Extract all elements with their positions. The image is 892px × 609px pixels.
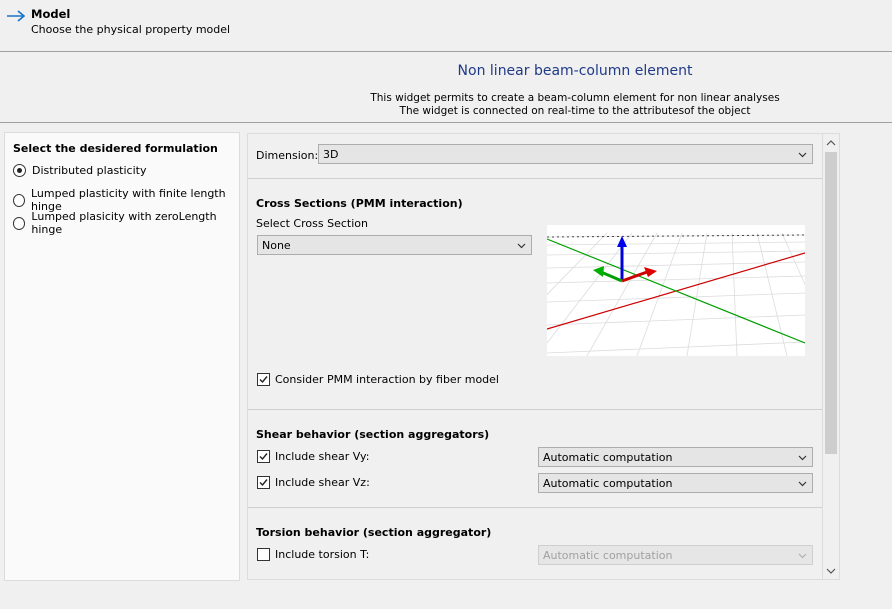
dimension-label: Dimension: (256, 149, 319, 162)
section-3d-viewport[interactable] (547, 225, 805, 356)
checkbox[interactable] (257, 476, 270, 489)
include-shear-vz-checkbox[interactable]: Include shear Vz: (257, 476, 370, 489)
radio-label: Lumped plasicity with zeroLength hinge (31, 210, 217, 236)
y-axis-line (547, 238, 805, 344)
arrow-right-icon (7, 10, 26, 22)
include-torsion-checkbox[interactable]: Include torsion T: (257, 548, 369, 561)
pmm-interaction-checkbox[interactable]: Consider PMM interaction by fiber model (257, 373, 499, 386)
widget-title: Non linear beam-column element (457, 63, 693, 79)
include-shear-vy-checkbox[interactable]: Include shear Vy: (257, 450, 369, 463)
header-divider (0, 122, 892, 123)
chevron-down-icon[interactable] (826, 567, 836, 575)
checkbox[interactable] (257, 373, 270, 386)
section-divider (248, 178, 822, 179)
scrollbar-thumb[interactable] (825, 152, 837, 454)
shear-vy-select[interactable]: Automatic computation (538, 447, 813, 467)
chevron-down-icon (798, 553, 807, 559)
page-header: Model Choose the physical property model (0, 0, 892, 52)
dimension-select[interactable]: 3D (318, 144, 813, 164)
header-title: Model (31, 7, 71, 21)
widget-description: This widget permits to create a beam-col… (0, 92, 892, 118)
checkbox-label: Consider PMM interaction by fiber model (275, 373, 499, 386)
shear-vz-select[interactable]: Automatic computation (538, 473, 813, 493)
cross-section-select[interactable]: None (257, 235, 532, 255)
shear-title: Shear behavior (section aggregators) (256, 428, 490, 441)
chevron-down-icon (798, 455, 807, 461)
checkbox[interactable] (257, 548, 270, 561)
radio-button[interactable] (13, 193, 25, 207)
checkbox[interactable] (257, 450, 270, 463)
section-divider (248, 409, 822, 410)
radio-button[interactable] (13, 164, 26, 177)
formulation-title: Select the desidered formulation (13, 142, 218, 155)
widget-desc-line2: The widget is connected on real-time to … (399, 105, 751, 117)
section-divider (248, 507, 822, 508)
chevron-down-icon (798, 152, 807, 158)
cross-sections-title: Cross Sections (PMM interaction) (256, 197, 463, 210)
checkbox-label: Include torsion T: (275, 548, 370, 561)
widget-desc-line1: This widget permits to create a beam-col… (370, 92, 780, 104)
checkmark-icon (259, 453, 268, 461)
cross-section-value: None (262, 238, 291, 252)
vertical-scrollbar[interactable] (823, 133, 840, 580)
formulation-panel: Select the desidered formulation Distrib… (4, 132, 240, 581)
chevron-up-icon[interactable] (826, 139, 836, 147)
checkbox-label: Include shear Vy: (275, 450, 370, 463)
radio-button[interactable] (13, 216, 26, 230)
shear-vy-value: Automatic computation (543, 450, 673, 464)
dimension-value: 3D (323, 147, 339, 161)
chevron-down-icon (517, 243, 526, 249)
properties-form: Dimension: 3D Cross Sections (PMM intera… (247, 133, 823, 580)
checkmark-icon (259, 479, 268, 487)
header-subtitle: Choose the physical property model (31, 23, 231, 36)
radio-distributed-plasticity[interactable]: Distributed plasticity (13, 164, 146, 177)
torsion-title: Torsion behavior (section aggregator) (256, 526, 492, 539)
checkmark-icon (259, 376, 268, 384)
3d-grid-view (547, 232, 805, 356)
torsion-value: Automatic computation (543, 548, 673, 562)
radio-lumped-zerolength-hinge[interactable]: Lumped plasicity with zeroLength hinge (13, 210, 239, 236)
checkbox-label: Include shear Vz: (275, 476, 370, 489)
shear-vz-value: Automatic computation (543, 476, 673, 490)
torsion-select[interactable]: Automatic computation (538, 545, 813, 565)
radio-label: Distributed plasticity (32, 164, 147, 177)
select-cross-section-label: Select Cross Section (256, 217, 368, 230)
chevron-down-icon (798, 481, 807, 487)
